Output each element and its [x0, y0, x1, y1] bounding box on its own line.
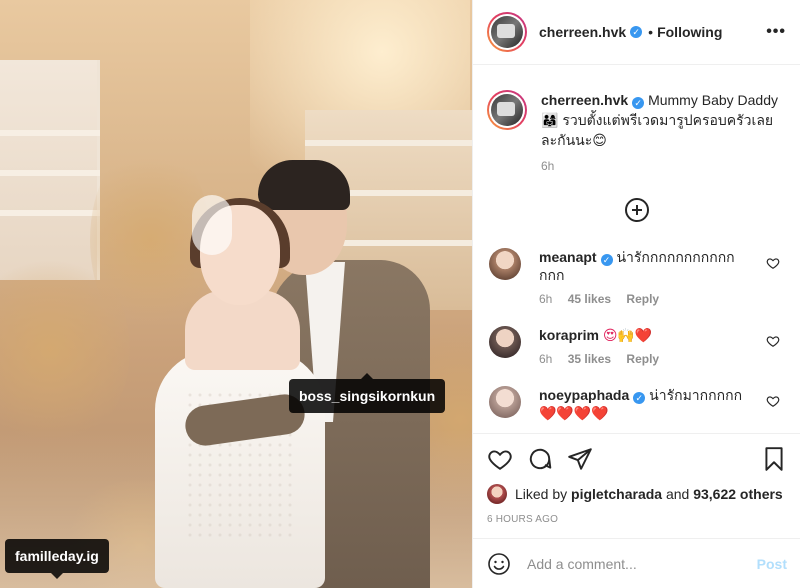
- post-side-panel: cherreen.hvk ✓ • Following ••• cherreen.…: [472, 0, 800, 588]
- liked-by-prefix: Liked by: [515, 486, 568, 502]
- likes-others-count[interactable]: 93,622 others: [693, 486, 783, 502]
- veil: [192, 195, 232, 255]
- man-hair: [258, 160, 350, 210]
- commenter-username[interactable]: meanapt: [539, 249, 597, 265]
- post-timestamp[interactable]: 6 HOURS AGO: [487, 514, 787, 525]
- save-bookmark-icon[interactable]: [761, 446, 787, 472]
- comment-text: น่ารักมากกกกก: [649, 387, 743, 403]
- verified-badge-icon: ✓: [600, 254, 613, 266]
- comment-item: meanapt ✓ น่ารักกกกกกกกกกกกกก 6h 45 likes…: [487, 248, 786, 308]
- verified-badge-icon: ✓: [633, 392, 646, 404]
- caption-time[interactable]: 6h: [541, 156, 781, 176]
- liked-by-conjunction: and: [665, 486, 690, 502]
- caption-username[interactable]: cherreen.hvk: [541, 92, 628, 108]
- post-photo[interactable]: boss_singsikornkun familleday.ig: [0, 0, 472, 588]
- comment-input[interactable]: [527, 555, 747, 572]
- caption: cherreen.hvk ✓ Mummy Baby Daddy 👨‍👩‍👧 รวบ…: [487, 65, 786, 176]
- reply-button[interactable]: Reply: [626, 292, 659, 306]
- liked-by: Liked by pigletcharada and 93,622 others: [487, 484, 787, 504]
- instagram-post-modal: boss_singsikornkun familleday.ig cherree…: [0, 0, 800, 588]
- comment-bubble-icon[interactable]: [527, 446, 553, 472]
- commenter-avatar[interactable]: [489, 326, 521, 358]
- comment-item: koraprim 😍🙌❤️ 6h 35 likes Reply: [487, 326, 786, 368]
- like-comment-heart-icon[interactable]: [766, 256, 780, 270]
- comment-item: noeypaphada ✓ น่ารักมากกกกก ❤️❤️❤️❤️: [487, 386, 786, 422]
- plus-circle-icon[interactable]: [624, 198, 649, 222]
- author-avatar[interactable]: [487, 12, 527, 52]
- share-plane-icon[interactable]: [567, 446, 593, 472]
- comment-time[interactable]: 6h: [539, 292, 552, 306]
- author-username[interactable]: cherreen.hvk: [539, 24, 626, 40]
- comment-text-emojis: ❤️❤️❤️❤️: [539, 405, 609, 421]
- commenter-avatar[interactable]: [489, 248, 521, 280]
- caption-text-line1: Mummy Baby Daddy: [648, 92, 778, 108]
- post-actions: Liked by pigletcharada and 93,622 others…: [473, 433, 800, 525]
- left-shelf: [0, 60, 100, 280]
- like-comment-heart-icon[interactable]: [766, 334, 780, 348]
- load-more-comments[interactable]: [487, 198, 786, 222]
- comment-likes[interactable]: 45 likes: [568, 292, 611, 306]
- comment-likes[interactable]: 35 likes: [568, 352, 611, 366]
- more-options-icon[interactable]: •••: [766, 23, 786, 41]
- caption-author-avatar[interactable]: [487, 90, 527, 130]
- comment-time[interactable]: 6h: [539, 352, 552, 366]
- like-comment-heart-icon[interactable]: [766, 394, 780, 408]
- reply-button[interactable]: Reply: [626, 352, 659, 366]
- separator-dot: •: [648, 24, 654, 40]
- commenter-avatar[interactable]: [489, 386, 521, 418]
- verified-badge-icon: ✓: [632, 97, 645, 109]
- user-tag-boss[interactable]: boss_singsikornkun: [289, 373, 446, 413]
- commenter-username[interactable]: noeypaphada: [539, 387, 629, 403]
- user-tag-familleday[interactable]: familleday.ig: [5, 539, 109, 579]
- add-comment-bar: Post: [473, 538, 800, 588]
- caption-text-line2: 👨‍👩‍👧 รวบตั้งแต่พรีเวดมารูปครอบครัวเลยละ…: [541, 112, 774, 148]
- commenter-username[interactable]: koraprim: [539, 327, 599, 343]
- comment-text: 😍🙌❤️: [602, 327, 653, 343]
- verified-badge-icon: ✓: [630, 26, 643, 38]
- comments-list[interactable]: cherreen.hvk ✓ Mummy Baby Daddy 👨‍👩‍👧 รวบ…: [473, 65, 800, 433]
- following-button[interactable]: Following: [657, 24, 722, 40]
- emoji-smile-icon[interactable]: [487, 552, 511, 576]
- like-heart-icon[interactable]: [487, 446, 513, 472]
- post-comment-button[interactable]: Post: [757, 556, 787, 572]
- post-header: cherreen.hvk ✓ • Following •••: [473, 0, 800, 65]
- liker-username[interactable]: pigletcharada: [571, 486, 662, 502]
- liker-avatar[interactable]: [487, 484, 507, 504]
